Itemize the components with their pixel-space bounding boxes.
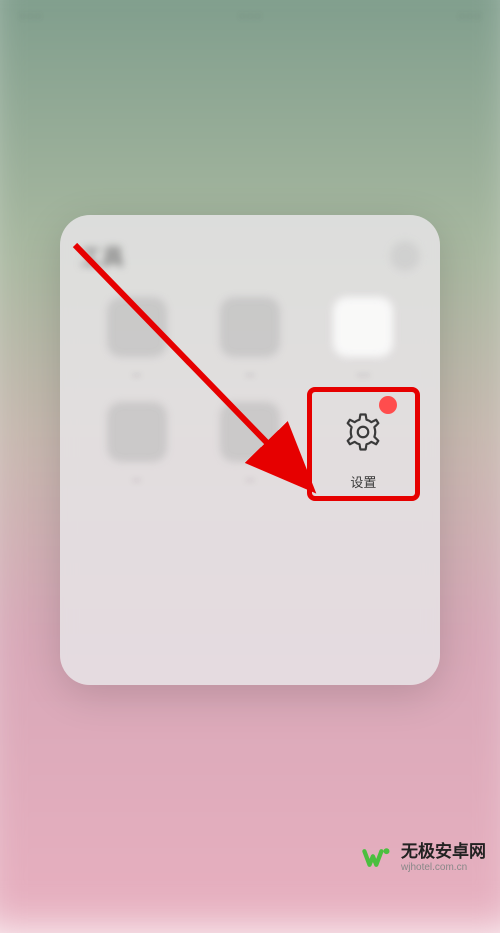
folder-title: 工具 [80,240,124,272]
watermark: 无极安卓网 wjhotel.com.cn [361,841,486,875]
app-item-2[interactable]: ·· [198,297,301,382]
highlight-box [307,387,420,501]
app-icon-4 [107,402,167,462]
watermark-name: 无极安卓网 [401,843,486,862]
app-item-1[interactable]: ·· [85,297,188,382]
app-label: ·· [246,472,255,487]
folder-menu-button[interactable] [390,241,420,271]
app-folder-panel: 工具 ·· ·· ··· ·· ·· [60,215,440,685]
app-icon-2 [220,297,280,357]
app-item-5[interactable]: ·· [198,402,301,491]
status-time: · · · [240,8,260,23]
watermark-logo-icon [361,841,395,875]
app-item-settings[interactable]: 设置 [312,402,415,491]
app-label: ··· [357,367,370,382]
app-label: ·· [132,472,141,487]
app-item-3[interactable]: ··· [312,297,415,382]
app-item-4[interactable]: ·· [85,402,188,491]
app-grid: ·· ·· ··· ·· ·· [80,297,420,491]
app-label: ·· [132,367,141,382]
watermark-url: wjhotel.com.cn [401,862,486,873]
app-icon-1 [107,297,167,357]
status-left: · · · [20,8,40,23]
app-label: ·· [246,367,255,382]
status-right: · · · [460,8,480,23]
app-icon-5 [220,402,280,462]
status-bar: · · · · · · · · · [0,0,500,30]
app-icon-3 [333,297,393,357]
